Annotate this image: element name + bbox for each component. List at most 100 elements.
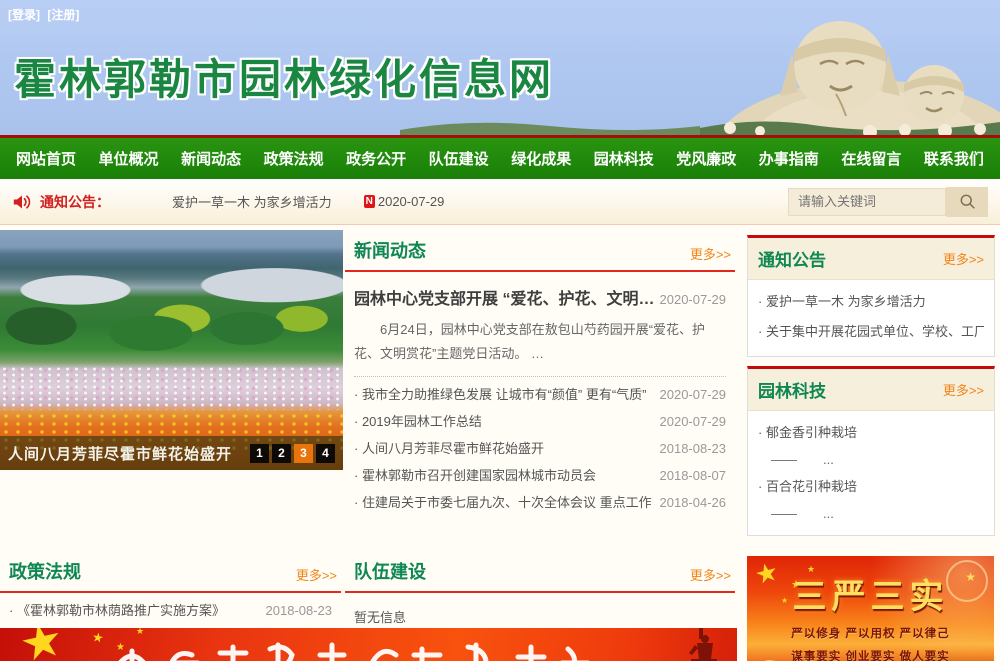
- pager-4[interactable]: 4: [316, 444, 335, 463]
- news-more-link[interactable]: 更多>>: [690, 244, 731, 263]
- slider-caption-bar: 人间八月芳菲尽霍市鲜花始盛开 1 2 3 4: [0, 436, 343, 470]
- news-item-link[interactable]: 2019年园林工作总结: [354, 408, 482, 435]
- tech-box-header: 园林科技 更多>>: [748, 369, 994, 411]
- statue-silhouette: [685, 628, 719, 661]
- tech-box-title: 园林科技: [758, 377, 826, 402]
- main-nav: 网站首页 单位概况 新闻动态 政策法规 政务公开 队伍建设 绿化成果 园林科技 …: [0, 138, 1000, 179]
- pager-1[interactable]: 1: [250, 444, 269, 463]
- notice-item-link[interactable]: 关于集中开展花园式单位、学校、工厂...: [758, 317, 984, 347]
- three-stricts-banner[interactable]: ★ ★ ★ ★ 三严三实 严以修身 严以用权 严以律己 谋事要实 创业要实 做人…: [747, 556, 994, 661]
- tech-item-sub: —— ...: [758, 448, 984, 472]
- policy-list-item: 《霍林郭勒市林荫路推广实施方案》 2018-08-23: [9, 597, 332, 624]
- photo-slider[interactable]: 人间八月芳菲尽霍市鲜花始盛开 1 2 3 4: [0, 230, 343, 470]
- tech-item-link[interactable]: 郁金香引种栽培: [758, 418, 984, 448]
- news-item-link[interactable]: 人间八月芳菲尽霍市鲜花始盛开: [354, 435, 544, 462]
- policy-more-link[interactable]: 更多>>: [296, 565, 337, 584]
- nav-item-party[interactable]: 党风廉政: [676, 148, 736, 169]
- speaker-icon: [12, 193, 32, 211]
- featured-article: 园林中心党支部开展 “爱花、护花、文明… 2020-07-29 6月24日，园林…: [345, 272, 735, 377]
- nav-item-contact[interactable]: 联系我们: [924, 148, 984, 169]
- right-sidebar: 通知公告 更多>> 爱护一草一木 为家乡增活力 关于集中开展花园式单位、学校、工…: [747, 230, 995, 545]
- auth-links: [登录] [注册]: [8, 6, 83, 23]
- nav-item-team[interactable]: 队伍建设: [429, 148, 489, 169]
- star-icon: ★: [15, 628, 69, 661]
- register-link[interactable]: [注册]: [47, 8, 79, 22]
- right-sidebar-2: ★ ★ ★ ★ 三严三实 严以修身 严以用权 严以律己 谋事要实 创业要实 做人…: [747, 551, 996, 661]
- new-badge-icon: N: [364, 195, 375, 208]
- tech-item-link[interactable]: 百合花引种栽培: [758, 472, 984, 502]
- policy-item-link[interactable]: 《霍林郭勒市林荫路推广实施方案》: [9, 597, 225, 624]
- news-list-item: 人间八月芳菲尽霍市鲜花始盛开 2018-08-23: [354, 435, 726, 462]
- tech-item-sub: —— ...: [758, 502, 984, 526]
- nav-item-policy[interactable]: 政策法规: [264, 148, 324, 169]
- notices-box: 通知公告 更多>> 爱护一草一木 为家乡增活力 关于集中开展花园式单位、学校、工…: [747, 235, 995, 357]
- tech-more-link[interactable]: 更多>>: [943, 380, 984, 399]
- main-content: 人间八月芳菲尽霍市鲜花始盛开 1 2 3 4 新闻动态 更多>> 园林中: [0, 225, 1000, 661]
- nav-item-news[interactable]: 新闻动态: [181, 148, 241, 169]
- site-header: [登录] [注册] 霍林郭勒市园林绿化信息网: [0, 0, 1000, 138]
- news-item-link[interactable]: 我市全力助推绿色发展 让城市有“颜值” 更有“气质”: [354, 381, 647, 408]
- site-title: 霍林郭勒市园林绿化信息网: [14, 46, 554, 107]
- nav-item-tech[interactable]: 园林科技: [594, 148, 654, 169]
- nav-item-about[interactable]: 单位概况: [99, 148, 159, 169]
- policy-header: 政策法规 更多>>: [0, 558, 341, 593]
- page: [登录] [注册] 霍林郭勒市园林绿化信息网: [0, 0, 1000, 661]
- notices-box-body: 爱护一草一木 为家乡增活力 关于集中开展花园式单位、学校、工厂...: [748, 280, 994, 356]
- notice-link[interactable]: 爱护一草一木 为家乡增活力: [172, 192, 332, 211]
- policy-item-date: 2018-08-23: [266, 597, 333, 624]
- news-list: 我市全力助推绿色发展 让城市有“颜值” 更有“气质” 2020-07-29 20…: [345, 377, 735, 516]
- nav-item-gov-open[interactable]: 政务公开: [346, 148, 406, 169]
- notice-date: 2020-07-29: [378, 194, 445, 209]
- banner-line-1: 严以修身 严以用权 严以律己: [747, 625, 994, 641]
- search-button[interactable]: [946, 187, 988, 217]
- news-item-date: 2018-08-23: [660, 435, 727, 462]
- bottom-propaganda-banner[interactable]: ★ ★ ★ ★: [0, 628, 737, 661]
- news-item-date: 2018-08-07: [660, 462, 727, 489]
- tech-box: 园林科技 更多>> 郁金香引种栽培 —— ... 百合花引种栽培 —— ...: [747, 366, 995, 536]
- news-section-title: 新闻动态: [354, 237, 426, 263]
- magnifier-icon: [959, 193, 976, 210]
- news-item-date: 2018-04-26: [660, 489, 727, 516]
- notice-bar: 通知公告： 爱护一草一木 为家乡增活力 N 2020-07-29: [0, 179, 1000, 225]
- notice-item-link[interactable]: 爱护一草一木 为家乡增活力: [758, 287, 984, 317]
- featured-title-link[interactable]: 园林中心党支部开展 “爱花、护花、文明…: [354, 285, 654, 309]
- login-link[interactable]: [登录]: [8, 8, 40, 22]
- banner-title: 三严三实: [747, 569, 994, 618]
- news-item-date: 2020-07-29: [660, 381, 727, 408]
- pager-3-active[interactable]: 3: [294, 444, 313, 463]
- star-icon: ★: [91, 629, 105, 647]
- news-item-date: 2020-07-29: [660, 408, 727, 435]
- nav-item-greening[interactable]: 绿化成果: [511, 148, 571, 169]
- news-section: 新闻动态 更多>> 园林中心党支部开展 “爱花、护花、文明… 2020-07-2…: [345, 230, 735, 516]
- news-list-item: 2019年园林工作总结 2020-07-29: [354, 408, 726, 435]
- notices-box-title: 通知公告: [758, 246, 826, 271]
- search-area: [788, 187, 988, 217]
- news-header: 新闻动态 更多>>: [345, 237, 735, 272]
- news-list-item: 住建局关于市委七届九次、十次全体会议 重点工作任... 2018-04-26: [354, 489, 726, 516]
- nav-item-guide[interactable]: 办事指南: [759, 148, 819, 169]
- team-more-link[interactable]: 更多>>: [690, 565, 731, 584]
- slider-pager: 1 2 3 4: [250, 444, 335, 463]
- notices-more-link[interactable]: 更多>>: [943, 249, 984, 268]
- featured-summary: 6月24日，园林中心党支部在敖包山芍药园开展“爱花、护花、文明赏花”主题党日活动…: [354, 318, 726, 377]
- news-item-link[interactable]: 霍林郭勒市召开创建国家园林城市动员会: [354, 462, 596, 489]
- news-item-link[interactable]: 住建局关于市委七届九次、十次全体会议 重点工作任...: [354, 489, 652, 516]
- team-section-title: 队伍建设: [354, 558, 426, 584]
- content-row-1: 人间八月芳菲尽霍市鲜花始盛开 1 2 3 4 新闻动态 更多>> 园林中: [0, 230, 1000, 545]
- notices-box-header: 通知公告 更多>>: [748, 238, 994, 280]
- pager-2[interactable]: 2: [272, 444, 291, 463]
- slider-caption-link[interactable]: 人间八月芳菲尽霍市鲜花始盛开: [8, 443, 250, 464]
- calligraphy-strokes: [110, 633, 630, 661]
- banner-line-2: 谋事要实 创业要实 做人要实: [747, 648, 994, 661]
- news-list-item: 霍林郭勒市召开创建国家园林城市动员会 2018-08-07: [354, 462, 726, 489]
- notice-label: 通知公告：: [40, 192, 110, 212]
- featured-date: 2020-07-29: [660, 292, 727, 307]
- slider-flower-field-image: [0, 230, 343, 470]
- nav-item-message[interactable]: 在线留言: [841, 148, 901, 169]
- search-input[interactable]: [788, 188, 946, 216]
- policy-section-title: 政策法规: [9, 558, 81, 584]
- tech-box-body: 郁金香引种栽培 —— ... 百合花引种栽培 —— ...: [748, 411, 994, 535]
- team-header: 队伍建设 更多>>: [345, 558, 735, 593]
- nav-item-home[interactable]: 网站首页: [16, 148, 76, 169]
- news-list-item: 我市全力助推绿色发展 让城市有“颜值” 更有“气质” 2020-07-29: [354, 381, 726, 408]
